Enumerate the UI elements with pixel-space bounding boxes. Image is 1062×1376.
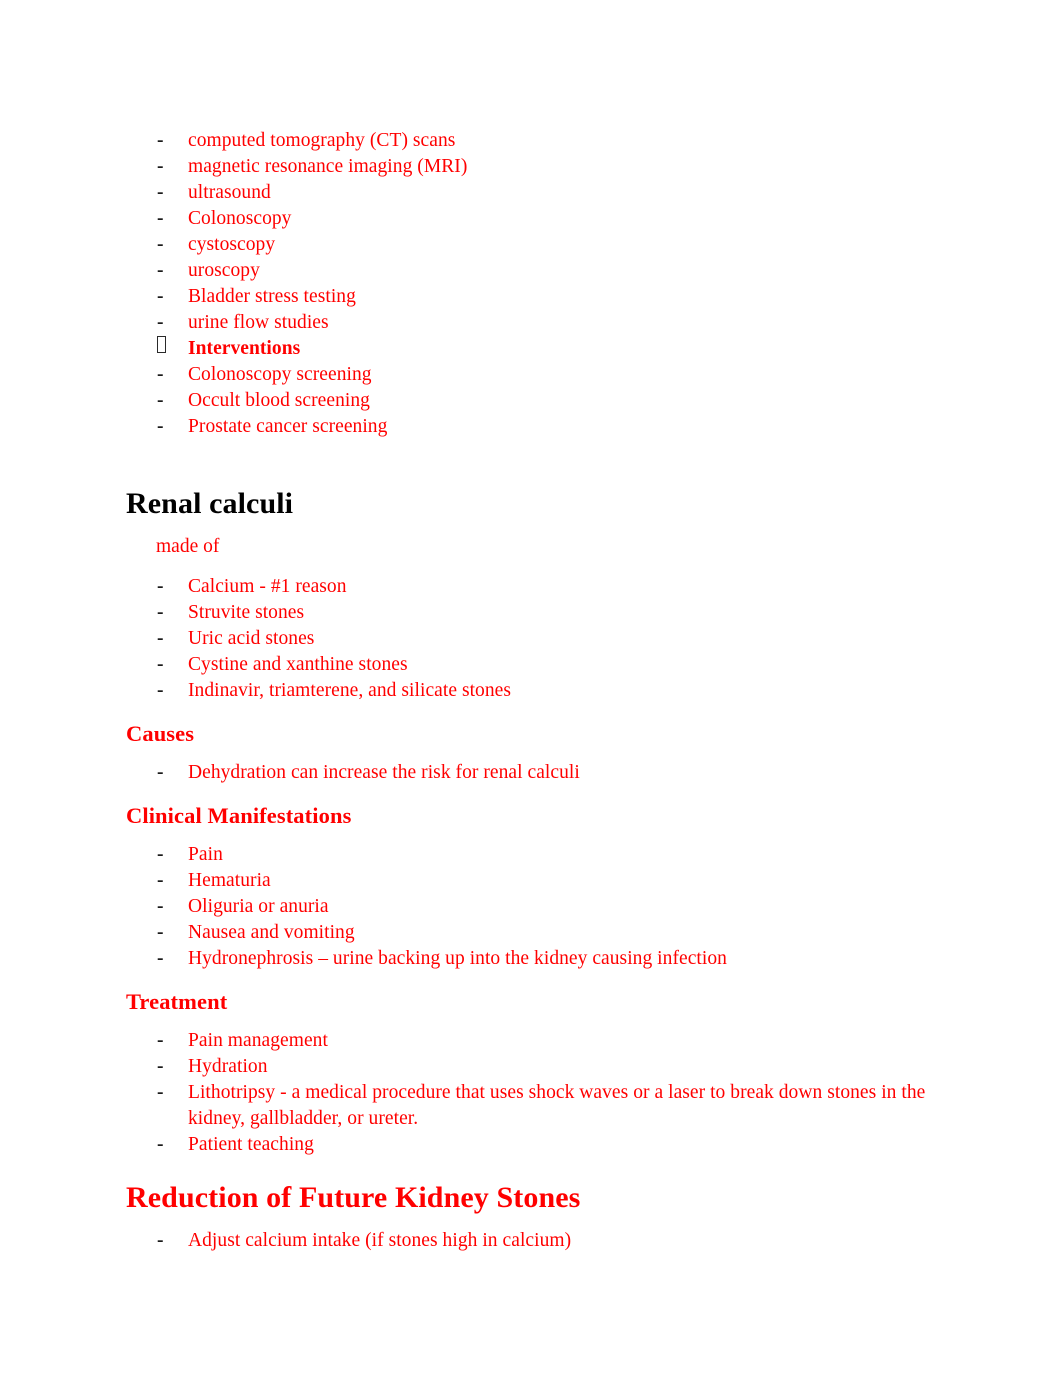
dash-bullet-icon: -: [157, 844, 164, 865]
heading-renal-calculi: Renal calculi: [126, 487, 294, 520]
dash-bullet-icon: -: [157, 602, 164, 623]
list-item: - magnetic resonance imaging (MRI): [126, 154, 966, 180]
list-item-label: Dehydration can increase the risk for re…: [188, 762, 580, 783]
list-item-label: Cystine and xanthine stones: [188, 654, 408, 675]
dash-bullet-icon: -: [157, 1056, 164, 1077]
list-item-label: Hematuria: [188, 870, 271, 891]
list-item-label: Prostate cancer screening: [188, 416, 388, 437]
dash-bullet-icon: -: [157, 1230, 164, 1251]
list-item: - Uric acid stones: [126, 626, 966, 652]
list-item: - Hydration: [126, 1054, 966, 1080]
causes-list: - Dehydration can increase the risk for r…: [126, 760, 966, 786]
dash-bullet-icon: -: [157, 948, 164, 969]
dash-bullet-icon: -: [157, 416, 164, 437]
list-item: - Hydronephrosis – urine backing up into …: [126, 946, 966, 972]
list-item: - Struvite stones: [126, 600, 966, 626]
list-item: - ultrasound: [126, 180, 966, 206]
list-item: - Occult blood screening: [126, 388, 966, 414]
list-item-label: magnetic resonance imaging (MRI): [188, 156, 468, 177]
list-item: - Bladder stress testing: [126, 284, 966, 310]
dash-bullet-icon: -: [157, 870, 164, 891]
dash-bullet-icon: -: [157, 208, 164, 229]
list-item: - Patient teaching: [126, 1132, 966, 1158]
dash-bullet-icon: -: [157, 1134, 164, 1155]
list-item-label: Occult blood screening: [188, 390, 370, 411]
list-item: - Prostate cancer screening: [126, 414, 966, 440]
list-item: - Oliguria or anuria: [126, 894, 966, 920]
list-item-label: Uric acid stones: [188, 628, 315, 649]
list-item-label: Colonoscopy: [188, 208, 292, 229]
list-item-label: Indinavir, triamterene, and silicate sto…: [188, 680, 512, 701]
list-item: - Dehydration can increase the risk for r…: [126, 760, 966, 786]
list-item-label: Oliguria or anuria: [188, 896, 329, 917]
list-item-label: Patient teaching: [188, 1134, 314, 1155]
list-item: - cystoscopy: [126, 232, 966, 258]
list-item-label: Pain: [188, 844, 223, 865]
list-item-label: ultrasound: [188, 182, 271, 203]
list-item-label: Hydration: [188, 1056, 268, 1077]
dash-bullet-icon: -: [157, 576, 164, 597]
dash-bullet-icon: -: [157, 390, 164, 411]
list-item-label: Nausea and vomiting: [188, 922, 355, 943]
list-item: - Colonoscopy screening: [126, 362, 966, 388]
list-item: Interventions: [126, 336, 966, 362]
list-item-label: Pain management: [188, 1030, 328, 1051]
list-item-label: computed tomography (CT) scans: [188, 130, 456, 151]
list-item-label: Lithotripsy - a medical procedure that u…: [188, 1082, 926, 1129]
list-item: - Calcium - #1 reason: [126, 574, 966, 600]
list-item-label: Colonoscopy screening: [188, 364, 372, 385]
list-item: - Indinavir, triamterene, and silicate st…: [126, 678, 966, 704]
dash-bullet-icon: -: [157, 286, 164, 307]
list-item: - Hematuria: [126, 868, 966, 894]
list-item-label: Bladder stress testing: [188, 286, 356, 307]
reduction-list: - Adjust calcium intake (if stones high i…: [126, 1228, 966, 1254]
document-page: - computed tomography (CT) scans - magnetic…: [0, 0, 1062, 1376]
dash-bullet-icon: -: [157, 1030, 164, 1051]
dash-bullet-icon: -: [157, 1082, 164, 1103]
list-item: - Nausea and vomiting: [126, 920, 966, 946]
clinical-manifestations-list: - Pain - Hematuria - Oliguria or anuria - Nause…: [126, 842, 966, 972]
dash-bullet-icon: -: [157, 156, 164, 177]
list-item-label: uroscopy: [188, 260, 260, 281]
heading-clinical-manifestations: Clinical Manifestations: [126, 803, 352, 828]
dash-bullet-icon: -: [157, 260, 164, 281]
list-item: - Cystine and xanthine stones: [126, 652, 966, 678]
dash-bullet-icon: -: [157, 234, 164, 255]
made-of-list: - Calcium - #1 reason - Struvite stones - Uri…: [126, 574, 966, 704]
list-item: - urine flow studies: [126, 310, 966, 336]
list-item-label: Struvite stones: [188, 602, 305, 623]
list-item-label: Interventions: [188, 338, 301, 359]
list-item: - Pain: [126, 842, 966, 868]
list-item-label: Adjust calcium intake (if stones high in…: [188, 1230, 572, 1251]
dash-bullet-icon: -: [157, 364, 164, 385]
treatment-list: - Pain management - Hydration - Lithotripsy -…: [126, 1028, 966, 1158]
list-item: - computed tomography (CT) scans: [126, 128, 966, 154]
list-item-label: urine flow studies: [188, 312, 329, 333]
dash-bullet-icon: -: [157, 680, 164, 701]
list-item-label: Hydronephrosis – urine backing up into t…: [188, 948, 727, 969]
diagnostics-list: - computed tomography (CT) scans - magnetic…: [126, 128, 966, 440]
dash-bullet-icon: -: [157, 654, 164, 675]
list-item-label: Calcium - #1 reason: [188, 576, 347, 597]
dash-bullet-icon: -: [157, 896, 164, 917]
renal-calculi-intro: made of: [156, 536, 220, 557]
list-item: - Adjust calcium intake (if stones high i…: [126, 1228, 966, 1254]
list-item: - Colonoscopy: [126, 206, 966, 232]
heading-treatment: Treatment: [126, 989, 228, 1014]
heading-causes: Causes: [126, 721, 195, 746]
dash-bullet-icon: -: [157, 762, 164, 783]
list-item: - Lithotripsy - a medical procedure that …: [126, 1080, 966, 1132]
heading-reduction-future-kidney-stones: Reduction of Future Kidney Stones: [126, 1181, 581, 1214]
dash-bullet-icon: -: [157, 922, 164, 943]
dash-bullet-icon: -: [157, 312, 164, 333]
dash-bullet-icon: -: [157, 182, 164, 203]
list-item: - uroscopy: [126, 258, 966, 284]
list-item: - Pain management: [126, 1028, 966, 1054]
missing-glyph-bullet-icon: [157, 336, 166, 353]
dash-bullet-icon: -: [157, 130, 164, 151]
list-item-label: cystoscopy: [188, 234, 276, 255]
dash-bullet-icon: -: [157, 628, 164, 649]
